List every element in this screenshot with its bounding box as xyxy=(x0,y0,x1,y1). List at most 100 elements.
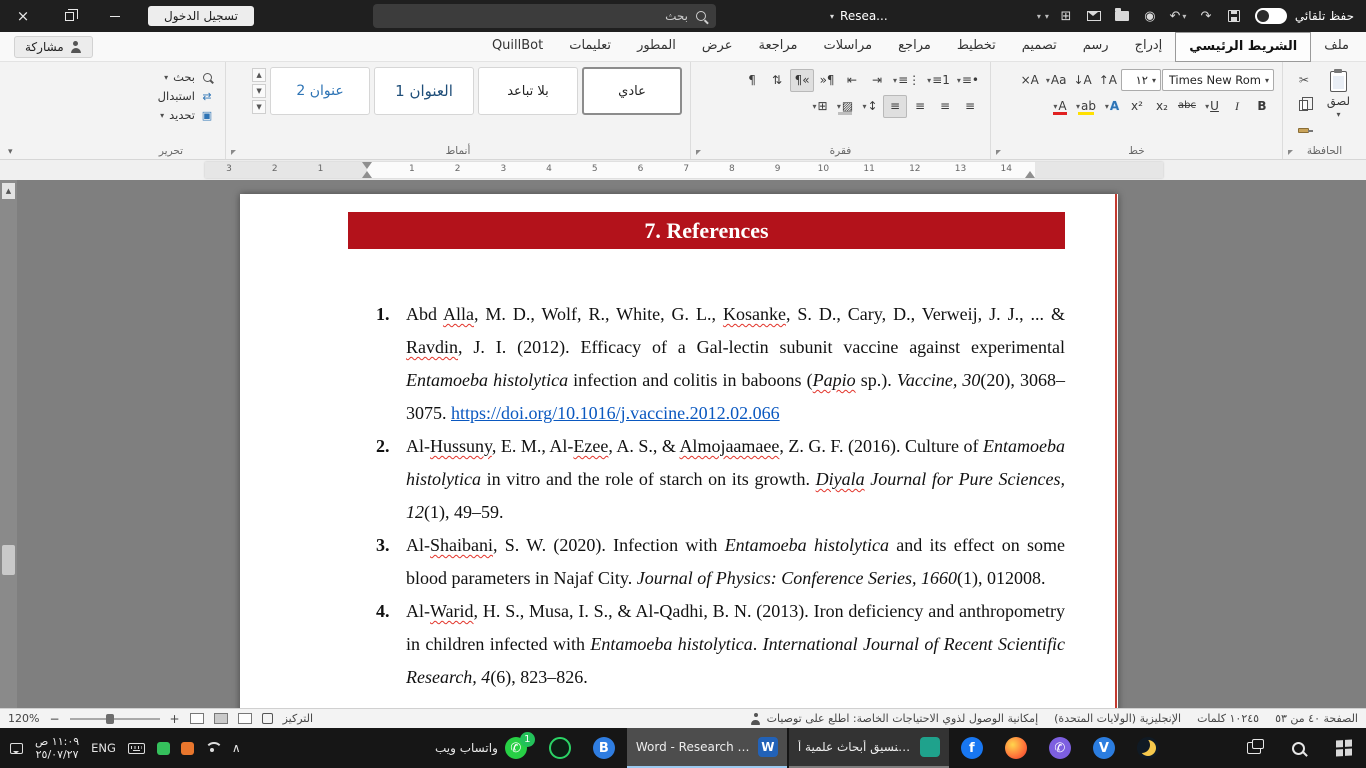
scroll-up-button[interactable]: ▲ xyxy=(2,183,15,199)
paragraph-dialog-launcher[interactable] xyxy=(696,150,701,155)
bullets-button[interactable]: •≡ ▾ xyxy=(954,69,982,92)
taskbar-search-button[interactable] xyxy=(1276,728,1321,768)
tab-design[interactable]: تصميم xyxy=(1009,32,1070,62)
zoom-out-button[interactable]: − xyxy=(49,712,59,726)
borders-button[interactable]: ⊞ ▾ xyxy=(808,95,832,118)
redo-button[interactable]: ↷ xyxy=(1193,3,1219,29)
viber-button[interactable]: ✆ xyxy=(1039,728,1081,768)
show-marks-button[interactable]: ¶ xyxy=(740,69,764,92)
style-normal[interactable]: عادي xyxy=(582,67,682,115)
replace-button[interactable]: ⇄ استبدال xyxy=(125,88,217,104)
increase-indent-button[interactable]: ⇤ xyxy=(840,69,864,92)
hidden-icons-icon[interactable]: ∧ xyxy=(232,741,241,755)
firefox-button[interactable] xyxy=(995,728,1037,768)
undo-button[interactable]: ↶ ▾ xyxy=(1165,3,1191,29)
tab-mailings[interactable]: مراسلات xyxy=(811,32,886,62)
align-left-button[interactable]: ≡ xyxy=(908,95,932,118)
decrease-indent-button[interactable]: ⇥ xyxy=(865,69,889,92)
scrollbar-thumb[interactable] xyxy=(2,545,15,575)
find-button[interactable]: بحث ▾ xyxy=(125,69,217,85)
print-layout-icon[interactable] xyxy=(213,713,228,724)
zoom-slider[interactable] xyxy=(69,713,160,724)
style-no-spacing[interactable]: بلا تباعد xyxy=(478,67,578,115)
accessibility-status[interactable]: إمكانية الوصول لذوي الاحتياجات الخاصة: ا… xyxy=(750,712,1038,725)
hanging-indent-marker[interactable] xyxy=(362,171,372,178)
text-effects-button[interactable]: A ▾ xyxy=(1100,95,1124,118)
first-line-indent-marker[interactable] xyxy=(362,162,372,169)
tab-help[interactable]: تعليمات xyxy=(556,32,624,62)
rtl-direction-button[interactable]: ¶« xyxy=(815,69,839,92)
font-size-combo[interactable]: ▾ ١٢ xyxy=(1121,69,1161,91)
research-format-window-button[interactable]: تنسيق أبحاث علمية أ... xyxy=(788,728,949,768)
style-heading2[interactable]: عنوان 2 xyxy=(270,67,370,115)
tab-review[interactable]: مراجعة xyxy=(745,32,810,62)
facebook-button[interactable]: f xyxy=(951,728,993,768)
night-mode-app-button[interactable] xyxy=(1127,728,1169,768)
page-indicator[interactable]: الصفحة ٤٠ من ٥٣ xyxy=(1275,712,1358,725)
ltr-direction-button[interactable]: »¶ xyxy=(790,68,815,92)
action-center-icon[interactable] xyxy=(10,742,23,754)
copy-button[interactable] xyxy=(1293,95,1315,115)
doi-link[interactable]: https://doi.org/10.1016/j.vaccine.2012.0… xyxy=(451,403,780,423)
clipboard-dialog-launcher[interactable] xyxy=(1288,150,1293,155)
bluetooth-button[interactable]: B xyxy=(583,728,625,768)
tab-draw[interactable]: رسم xyxy=(1070,32,1122,62)
tab-insert[interactable]: إدراج xyxy=(1122,32,1176,62)
touch-mode-button[interactable]: ◉ xyxy=(1137,3,1163,29)
change-case-button[interactable]: Aa ▾ xyxy=(1043,69,1070,92)
tray-green-icon[interactable] xyxy=(156,741,170,755)
styles-scroll-up-icon[interactable]: ▲ xyxy=(252,68,266,82)
select-button[interactable]: ▣ تحديد ▾ xyxy=(125,107,217,123)
cut-button[interactable]: ✂ xyxy=(1293,70,1315,90)
grow-font-button[interactable]: A↑ xyxy=(1096,69,1120,92)
word-count[interactable]: ١٠٢٤٥ كلمات xyxy=(1197,712,1259,725)
underline-button[interactable]: U ▾ xyxy=(1200,95,1224,118)
qat-overflow-icon[interactable]: ▾ xyxy=(1037,12,1041,21)
touch-keyboard-icon[interactable] xyxy=(127,742,145,754)
tab-developer[interactable]: المطور xyxy=(624,32,689,62)
style-heading1[interactable]: العنوان 1 xyxy=(374,67,474,115)
shading-button[interactable]: ▨ ▾ xyxy=(833,95,857,118)
tray-orange-icon[interactable] xyxy=(180,741,194,755)
green-ring-app-button[interactable] xyxy=(539,728,581,768)
taskbar-clock[interactable]: ١١:٠٩ ص ٢٥/٠٧/٢٧ xyxy=(35,735,79,761)
email-button[interactable] xyxy=(1081,3,1107,29)
tab-home[interactable]: الشريط الرئيسي xyxy=(1175,32,1312,62)
close-button[interactable]: × xyxy=(0,0,46,32)
bold-button[interactable]: B xyxy=(1250,95,1274,118)
document-page[interactable]: 7. References 1. Abd Alla, M. D., Wolf, R… xyxy=(240,194,1118,708)
input-language-indicator[interactable]: ENG xyxy=(91,741,116,755)
tab-layout[interactable]: تخطيط xyxy=(944,32,1009,62)
task-view-button[interactable] xyxy=(1231,728,1276,768)
format-painter-button[interactable] xyxy=(1293,120,1315,140)
multilevel-list-button[interactable]: ⋮≡ ▾ xyxy=(890,69,923,92)
autosave-toggle[interactable] xyxy=(1254,8,1287,24)
search-box[interactable]: بحث xyxy=(373,4,716,28)
wifi-icon[interactable] xyxy=(205,742,221,754)
save-button[interactable] xyxy=(1221,3,1247,29)
subscript-button[interactable]: x₂ xyxy=(1150,95,1174,118)
language-status[interactable]: الإنجليزية (الولايات المتحدة) xyxy=(1054,712,1181,725)
justify-button[interactable]: ≡ xyxy=(883,94,907,118)
strikethrough-button[interactable]: abc xyxy=(1175,95,1199,118)
highlight-color-button[interactable]: ab ▾ xyxy=(1073,95,1099,118)
styles-dialog-launcher[interactable] xyxy=(231,150,236,155)
tab-view[interactable]: عرض xyxy=(689,32,746,62)
align-right-button[interactable]: ≡ xyxy=(958,95,982,118)
font-color-button[interactable]: A ▾ xyxy=(1048,95,1072,118)
read-mode-icon[interactable] xyxy=(189,713,204,724)
open-file-button[interactable] xyxy=(1109,3,1135,29)
restore-button[interactable] xyxy=(46,0,92,32)
styles-scroll-down-icon[interactable]: ▼ xyxy=(252,84,266,98)
zoom-slider-thumb[interactable] xyxy=(105,713,114,724)
focus-button[interactable]: التركيز xyxy=(283,712,313,725)
sign-in-button[interactable]: تسجيل الدخول xyxy=(148,6,254,26)
italic-button[interactable]: I xyxy=(1225,95,1249,118)
collapse-ribbon-icon[interactable]: ▾ xyxy=(8,147,13,157)
zoom-in-button[interactable]: + xyxy=(170,712,180,726)
line-spacing-button[interactable]: ↕ ▾ xyxy=(858,95,882,118)
align-center-button[interactable]: ≡ xyxy=(933,95,957,118)
start-button[interactable] xyxy=(1321,728,1366,768)
vscode-button[interactable]: V xyxy=(1083,728,1125,768)
word-window-button[interactable]: Word - Research th... W xyxy=(626,728,787,768)
